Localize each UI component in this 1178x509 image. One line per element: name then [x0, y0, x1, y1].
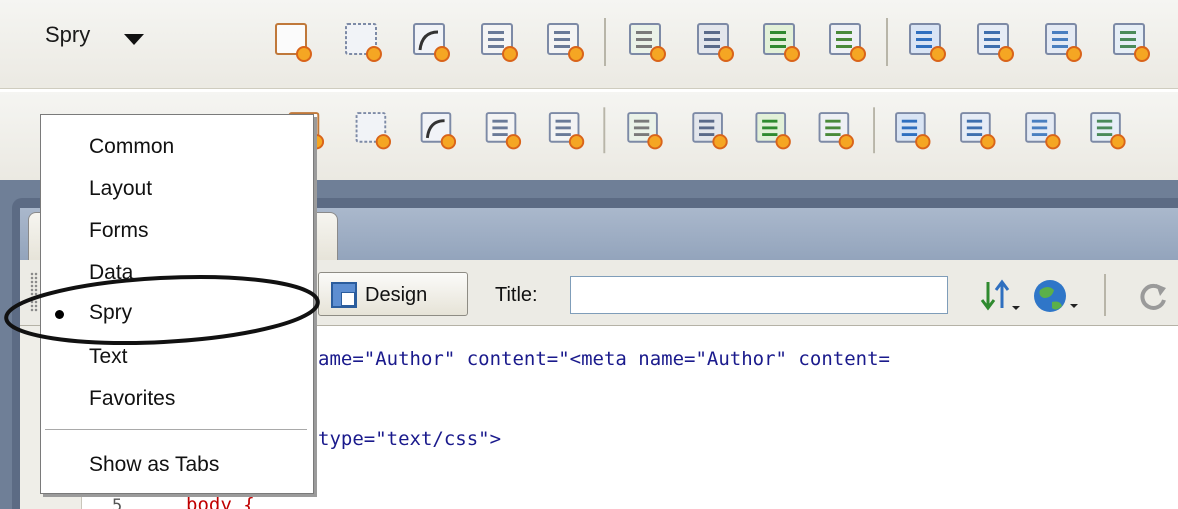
menu-item-common[interactable]: Common	[89, 135, 174, 159]
toolbar-separator	[886, 18, 888, 66]
spry-tabbed-panels-icon[interactable]	[977, 23, 1014, 62]
spry-validation-text-field-icon[interactable]	[629, 23, 666, 62]
refresh-icon[interactable]	[1136, 280, 1170, 314]
design-view-label: Design	[365, 284, 428, 306]
spry-menu-bar-icon[interactable]	[909, 23, 946, 62]
menu-item-favorites[interactable]: Favorites	[89, 387, 175, 411]
spry-validation-select-icon[interactable]	[697, 23, 734, 62]
toolbar-separator	[873, 107, 875, 154]
code-line: type="text/css">	[318, 428, 502, 450]
code-line: ame="Author" content="<meta name="Author…	[318, 348, 890, 370]
spry-validation-checkbox-icon[interactable]	[763, 23, 800, 62]
spry-validation-textarea-icon[interactable]	[829, 23, 866, 62]
title-label: Title:	[495, 284, 538, 306]
spry-accordion-icon[interactable]	[1025, 112, 1061, 150]
spry-repeat-list-icon[interactable]	[481, 23, 518, 62]
line-number: 5	[112, 496, 123, 509]
spry-repeat-icon[interactable]	[413, 23, 450, 62]
menu-item-show-as-tabs[interactable]: Show as Tabs	[89, 453, 219, 477]
spry-table-icon[interactable]	[548, 112, 585, 150]
spry-validation-textarea-icon[interactable]	[818, 112, 854, 150]
title-input[interactable]	[570, 276, 948, 314]
spry-validation-text-field-icon[interactable]	[627, 112, 663, 150]
spry-validation-checkbox-icon[interactable]	[755, 112, 791, 150]
spry-repeat-icon[interactable]	[420, 112, 457, 150]
highlight-ellipse	[4, 275, 320, 345]
preview-in-browser-icon[interactable]	[1030, 276, 1080, 316]
toolbar-divider	[1104, 274, 1106, 316]
code-line: body {	[186, 494, 255, 509]
design-view-icon	[331, 282, 357, 308]
spry-repeat-list-icon[interactable]	[485, 112, 522, 150]
menu-separator	[45, 429, 307, 431]
spry-accordion-icon[interactable]	[1045, 23, 1082, 62]
menu-item-layout[interactable]: Layout	[89, 177, 152, 201]
insert-bar-icons-row-1	[275, 18, 1150, 66]
spry-collapsible-panel-icon[interactable]	[1090, 112, 1126, 150]
design-view-button[interactable]: Design	[318, 272, 468, 316]
menu-item-forms[interactable]: Forms	[89, 219, 149, 243]
spry-region-icon[interactable]	[355, 112, 391, 150]
insert-bar-row-1: Spry	[0, 0, 1178, 92]
spry-tabbed-panels-icon[interactable]	[960, 112, 996, 150]
spry-table-icon[interactable]	[547, 23, 584, 62]
spry-collapsible-panel-icon[interactable]	[1113, 23, 1150, 62]
spry-region-icon[interactable]	[345, 23, 382, 62]
file-management-icon[interactable]	[980, 278, 1020, 314]
spry-menu-bar-icon[interactable]	[895, 112, 931, 150]
spry-validation-select-icon[interactable]	[692, 112, 728, 150]
spry-xml-dataset-icon[interactable]	[275, 23, 312, 62]
toolbar-separator	[604, 18, 606, 66]
toolbar-separator	[603, 107, 606, 154]
